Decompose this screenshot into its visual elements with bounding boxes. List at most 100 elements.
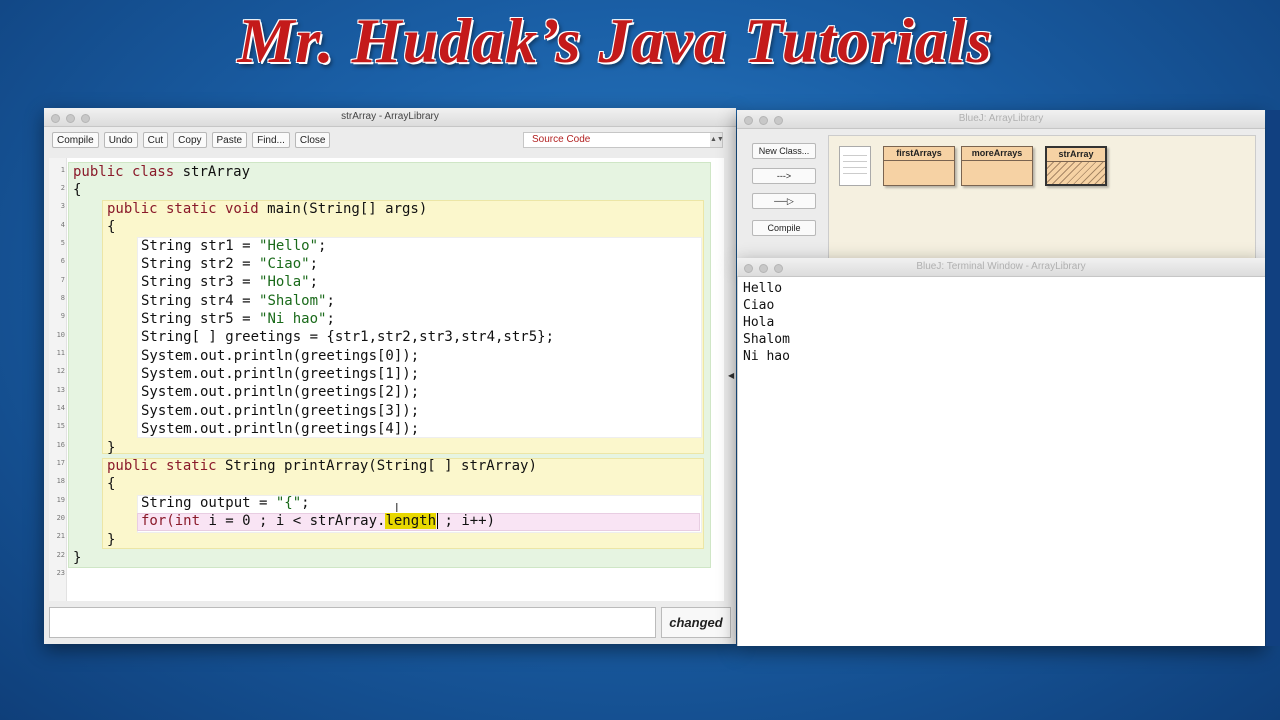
code-line-6: String str2 = "Ciao"; <box>141 256 319 272</box>
zoom-window-button[interactable] <box>81 114 90 123</box>
selected-word-highlight: length <box>385 513 437 529</box>
class-box-strarray[interactable]: strArray <box>1045 146 1107 186</box>
class-name: firstArrays <box>884 147 954 161</box>
editor-titlebar[interactable]: strArray - ArrayLibrary <box>44 108 736 127</box>
view-mode-select[interactable]: Source Code ▲▼ <box>523 132 724 148</box>
terminal-titlebar[interactable]: BlueJ: Terminal Window - ArrayLibrary <box>737 258 1265 277</box>
desktop-edge <box>1266 110 1280 646</box>
code-line-13: System.out.println(greetings[2]); <box>141 384 420 400</box>
ibeam-cursor-icon: I <box>395 501 399 515</box>
code-line-8: String str4 = "Shalom"; <box>141 293 335 309</box>
editor-window-title: strArray - ArrayLibrary <box>341 111 439 122</box>
line-number: 15 <box>56 422 65 430</box>
code-line-18: { <box>107 476 116 492</box>
class-name: strArray <box>1047 148 1105 162</box>
bluej-window-title: BlueJ: ArrayLibrary <box>958 113 1044 124</box>
code-line-15: System.out.println(greetings[4]); <box>141 421 420 437</box>
line-number: 11 <box>56 349 65 357</box>
line-number: 1 <box>60 166 65 174</box>
undo-button[interactable]: Undo <box>103 132 138 148</box>
minimize-window-button[interactable] <box>66 114 75 123</box>
close-button[interactable]: Close <box>294 132 331 148</box>
editor-message-area <box>49 607 656 638</box>
line-number: 17 <box>56 459 65 467</box>
code-line-22: } <box>73 550 82 566</box>
minimize-window-button[interactable] <box>759 116 768 125</box>
changed-status-indicator: changed <box>661 607 731 638</box>
line-number: 12 <box>56 367 65 375</box>
bluej-compile-button[interactable]: Compile <box>752 220 816 236</box>
class-box-morearrays[interactable]: moreArrays <box>961 146 1033 186</box>
select-arrows-icon: ▲▼ <box>710 133 724 147</box>
line-number: 21 <box>56 532 65 540</box>
zoom-window-button[interactable] <box>774 264 783 273</box>
terminal-window-title: BlueJ: Terminal Window - ArrayLibrary <box>916 261 1086 272</box>
code-line-10: String[ ] greetings = {str1,str2,str3,st… <box>141 329 555 345</box>
dependency-arrow-button[interactable]: ---> <box>752 168 816 184</box>
line-number: 5 <box>60 239 65 247</box>
line-number: 10 <box>56 331 65 339</box>
line-number: 13 <box>56 386 65 394</box>
uncompiled-hatch-pattern <box>1047 162 1105 184</box>
close-window-button[interactable] <box>744 116 753 125</box>
zoom-window-button[interactable] <box>774 116 783 125</box>
new-class-button[interactable]: New Class... <box>752 143 816 159</box>
line-number: 20 <box>56 514 65 522</box>
class-box-firstarrays[interactable]: firstArrays <box>883 146 955 186</box>
paste-button[interactable]: Paste <box>211 132 248 148</box>
code-line-5: String str1 = "Hello"; <box>141 238 327 254</box>
view-mode-value: Source Code <box>532 134 591 145</box>
terminal-line: Hola <box>743 315 775 330</box>
code-line-21: } <box>107 532 116 548</box>
line-number: 14 <box>56 404 65 412</box>
code-line-20: for(int i = 0 ; i < strArray.length ; i+… <box>141 513 496 529</box>
window-controls <box>744 114 789 132</box>
readme-document-icon[interactable] <box>839 146 871 186</box>
line-number: 6 <box>60 257 65 265</box>
close-window-button[interactable] <box>51 114 60 123</box>
code-line-1: public class strArray <box>73 164 251 180</box>
line-number-gutter: 1 2 3 4 5 6 7 8 9 10 11 12 13 14 15 16 1… <box>49 158 67 601</box>
line-number: 8 <box>60 294 65 302</box>
line-number: 23 <box>56 569 65 577</box>
bluej-project-window: BlueJ: ArrayLibrary New Class... ---> ──… <box>737 110 1265 260</box>
editor-window: strArray - ArrayLibrary Compile Undo Cut Co… <box>44 108 736 644</box>
tutorial-banner-title: Mr. Hudak’s Java Tutorials <box>237 5 993 76</box>
line-number: 18 <box>56 477 65 485</box>
code-line-14: System.out.println(greetings[3]); <box>141 403 420 419</box>
line-number: 2 <box>60 184 65 192</box>
minimize-window-button[interactable] <box>759 264 768 273</box>
terminal-window: BlueJ: Terminal Window - ArrayLibrary He… <box>737 258 1265 646</box>
code-line-16: } <box>107 440 116 456</box>
code-editor[interactable]: 1 2 3 4 5 6 7 8 9 10 11 12 13 14 15 16 1… <box>49 158 724 601</box>
line-number: 7 <box>60 276 65 284</box>
code-line-4: { <box>107 219 116 235</box>
class-name: moreArrays <box>962 147 1032 161</box>
line-number: 19 <box>56 496 65 504</box>
text-caret <box>437 513 438 529</box>
inheritance-arrow-button[interactable]: ──▷ <box>752 193 816 209</box>
code-line-17: public static String printArray(String[ … <box>107 458 537 474</box>
terminal-line: Ni hao <box>743 349 790 364</box>
copy-button[interactable]: Copy <box>173 132 207 148</box>
terminal-output[interactable]: Hello Ciao Hola Shalom Ni hao <box>737 277 1265 646</box>
code-line-9: String str5 = "Ni hao"; <box>141 311 335 327</box>
code-line-19: String output = "{"; <box>141 495 310 511</box>
code-line-2: { <box>73 182 82 198</box>
editor-toolbar: Compile Undo Cut Copy Paste Find... Close <box>52 132 335 150</box>
line-number: 22 <box>56 551 65 559</box>
code-line-7: String str3 = "Hola"; <box>141 274 319 290</box>
line-number: 3 <box>60 202 65 210</box>
class-diagram-canvas[interactable]: firstArrays moreArrays strArray <box>828 135 1256 259</box>
line-number: 16 <box>56 441 65 449</box>
compile-button[interactable]: Compile <box>52 132 99 148</box>
cut-button[interactable]: Cut <box>142 132 169 148</box>
terminal-line: Ciao <box>743 298 775 313</box>
close-window-button[interactable] <box>744 264 753 273</box>
terminal-line: Hello <box>743 281 783 296</box>
bluej-titlebar[interactable]: BlueJ: ArrayLibrary <box>737 110 1265 129</box>
find-button[interactable]: Find... <box>252 132 290 148</box>
collapse-arrow-icon[interactable]: ◀ <box>728 371 734 380</box>
code-line-11: System.out.println(greetings[0]); <box>141 348 420 364</box>
terminal-line: Shalom <box>743 332 790 347</box>
